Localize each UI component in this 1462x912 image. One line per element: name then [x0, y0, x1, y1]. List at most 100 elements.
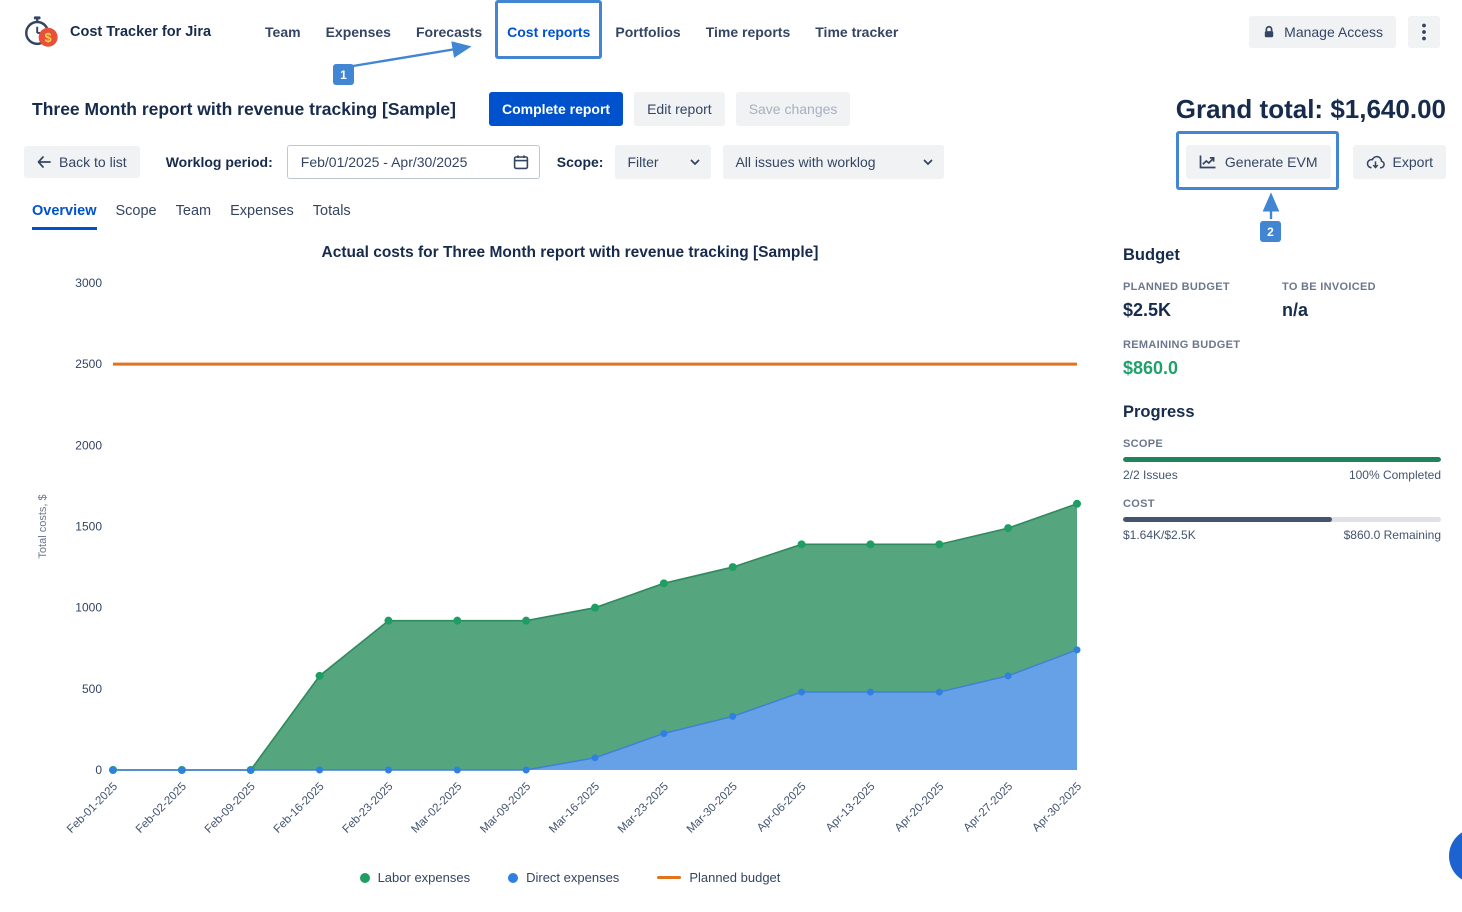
scope-progress-label: SCOPE: [1123, 438, 1441, 450]
worklog-period-value: Feb/01/2025 - Apr/30/2025: [301, 154, 468, 170]
cost-progress-fill: [1123, 517, 1332, 522]
legend-labor-label: Labor expenses: [378, 870, 471, 885]
svg-text:1000: 1000: [75, 601, 102, 615]
svg-text:Mar-23-2025: Mar-23-2025: [616, 781, 671, 836]
svg-text:Apr-20-2025: Apr-20-2025: [893, 781, 947, 835]
to-be-invoiced-value: n/a: [1282, 300, 1441, 321]
svg-text:$: $: [45, 30, 52, 45]
svg-text:3000: 3000: [75, 276, 102, 290]
svg-text:Mar-09-2025: Mar-09-2025: [478, 781, 533, 836]
nav-time-tracker[interactable]: Time tracker: [815, 24, 898, 40]
scope-issues-count: 2/2 Issues: [1123, 468, 1178, 482]
generate-evm-label: Generate EVM: [1225, 154, 1318, 170]
scope-progress-fill: [1123, 457, 1441, 462]
report-action-buttons: Complete report Edit report Save changes: [489, 92, 850, 126]
annotation-step-1-badge: 1: [333, 64, 354, 85]
app-header: $ Cost Tracker for Jira Team Expenses Fo…: [0, 0, 1462, 64]
scope-completed-percent: 100% Completed: [1349, 468, 1441, 482]
generate-evm-button[interactable]: Generate EVM: [1186, 145, 1331, 179]
export-label: Export: [1393, 154, 1433, 170]
svg-text:Apr-27-2025: Apr-27-2025: [962, 781, 1016, 835]
manage-access-button[interactable]: Manage Access: [1249, 16, 1396, 48]
annotation-step-2-badge: 2: [1260, 221, 1281, 242]
chevron-down-icon: [922, 156, 934, 168]
svg-text:2000: 2000: [75, 438, 102, 452]
report-toolbar: Back to list Worklog period: Feb/01/2025…: [24, 144, 1446, 180]
lock-icon: [1262, 25, 1276, 39]
planned-budget-value: $2.5K: [1123, 300, 1282, 321]
nav-expenses[interactable]: Expenses: [326, 24, 391, 40]
legend-direct-expenses: Direct expenses: [508, 870, 619, 885]
issues-filter-select[interactable]: All issues with worklog: [723, 145, 944, 179]
primary-nav: Team Expenses Forecasts Cost reports Por…: [265, 24, 898, 40]
svg-text:Feb-02-2025: Feb-02-2025: [134, 781, 189, 836]
legend-labor-expenses: Labor expenses: [360, 870, 471, 885]
arrow-left-icon: [37, 156, 51, 168]
svg-text:Apr-06-2025: Apr-06-2025: [755, 781, 809, 835]
app-title: Cost Tracker for Jira: [70, 24, 211, 40]
scope-filter-value: Filter: [627, 154, 658, 170]
nav-team[interactable]: Team: [265, 24, 301, 40]
planned-budget-block: PLANNED BUDGET $2.5K: [1123, 281, 1282, 321]
back-to-list-button[interactable]: Back to list: [24, 146, 140, 178]
blue-dot-icon: [508, 873, 518, 883]
svg-text:Mar-02-2025: Mar-02-2025: [409, 781, 464, 836]
legend-budget-label: Planned budget: [689, 870, 780, 885]
svg-text:0: 0: [95, 763, 102, 777]
save-changes-button[interactable]: Save changes: [736, 92, 851, 126]
chart-title: Actual costs for Three Month report with…: [24, 244, 1116, 262]
line-chart-icon: [1199, 154, 1217, 170]
manage-access-label: Manage Access: [1284, 24, 1383, 40]
cost-progress-captions: $1.64K/$2.5K $860.0 Remaining: [1123, 528, 1441, 542]
svg-text:Feb-23-2025: Feb-23-2025: [340, 781, 395, 836]
nav-cost-reports[interactable]: Cost reports: [507, 24, 590, 40]
scope-progress-captions: 2/2 Issues 100% Completed: [1123, 468, 1441, 482]
overflow-menu-button[interactable]: [1408, 16, 1440, 48]
export-button[interactable]: Export: [1353, 145, 1446, 179]
nav-time-reports[interactable]: Time reports: [706, 24, 791, 40]
cloud-export-icon: [1366, 155, 1385, 170]
remaining-budget-value: $860.0: [1123, 358, 1441, 379]
report-tabs: Overview Scope Team Expenses Totals: [32, 203, 351, 230]
calendar-icon: [513, 154, 529, 170]
cost-progress-bar: [1123, 517, 1441, 522]
app-logo-stopwatch-moneybag-icon: $: [22, 13, 60, 51]
svg-text:Feb-09-2025: Feb-09-2025: [203, 781, 258, 836]
budget-section-title: Budget: [1123, 246, 1441, 265]
nav-portfolios[interactable]: Portfolios: [615, 24, 680, 40]
svg-text:Apr-30-2025: Apr-30-2025: [1030, 781, 1084, 835]
edit-report-button[interactable]: Edit report: [634, 92, 725, 126]
to-be-invoiced-label: TO BE INVOICED: [1282, 281, 1441, 293]
cost-progress-label: COST: [1123, 498, 1441, 510]
tab-overview[interactable]: Overview: [32, 203, 97, 230]
grand-total-label: Grand total:: [1176, 94, 1323, 124]
tab-scope[interactable]: Scope: [116, 203, 157, 230]
chat-widget-bubble[interactable]: [1449, 828, 1462, 884]
planned-budget-label: PLANNED BUDGET: [1123, 281, 1282, 293]
kebab-menu-icon: [1422, 23, 1426, 41]
header-right-actions: Manage Access: [1249, 16, 1440, 48]
issues-filter-value: All issues with worklog: [735, 154, 875, 170]
svg-text:2500: 2500: [75, 357, 102, 371]
budget-columns: PLANNED BUDGET $2.5K TO BE INVOICED n/a: [1123, 281, 1441, 321]
to-be-invoiced-block: TO BE INVOICED n/a: [1282, 281, 1441, 321]
tab-team[interactable]: Team: [176, 203, 211, 230]
chevron-down-icon: [689, 156, 701, 168]
chart-legend: Labor expenses Direct expenses Planned b…: [24, 870, 1116, 885]
nav-forecasts[interactable]: Forecasts: [416, 24, 482, 40]
orange-line-icon: [657, 876, 681, 879]
complete-report-button[interactable]: Complete report: [489, 92, 623, 126]
actual-costs-area-chart: 0 500 1000 1500 2000 2500 3000 Total costs, $ Fe…: [24, 268, 1116, 883]
worklog-period-input[interactable]: Feb/01/2025 - Apr/30/2025: [287, 145, 540, 179]
progress-section-title: Progress: [1123, 403, 1441, 422]
nav-cost-reports-label: Cost reports: [507, 24, 590, 40]
tab-expenses[interactable]: Expenses: [230, 203, 294, 230]
svg-text:Total costs, $: Total costs, $: [37, 494, 49, 558]
legend-planned-budget: Planned budget: [657, 870, 780, 885]
svg-text:Feb-16-2025: Feb-16-2025: [272, 781, 327, 836]
svg-text:1500: 1500: [75, 520, 102, 534]
report-title: Three Month report with revenue tracking…: [32, 99, 456, 120]
scope-filter-select[interactable]: Filter: [615, 145, 711, 179]
svg-text:500: 500: [82, 682, 102, 696]
tab-totals[interactable]: Totals: [313, 203, 351, 230]
